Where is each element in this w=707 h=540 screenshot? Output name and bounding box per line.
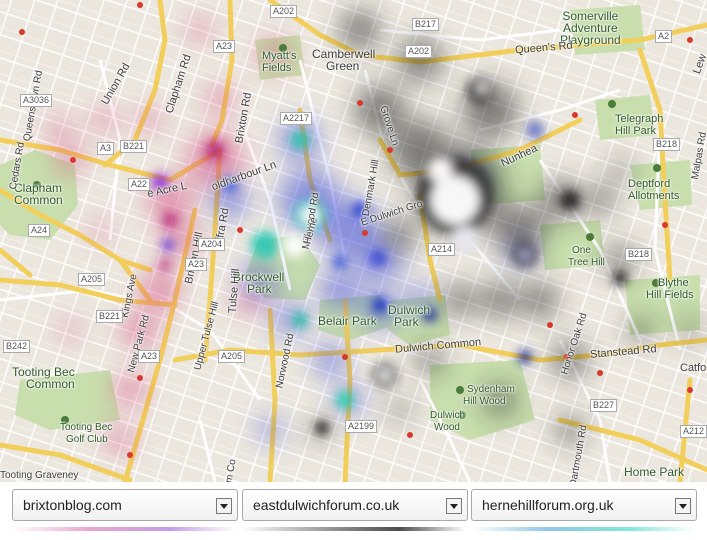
road-b217: B217 xyxy=(412,18,440,31)
label-one-tree-hill: One Tree Hill xyxy=(568,245,605,268)
road-a204: A204 xyxy=(198,238,226,251)
chevron-down-icon[interactable] xyxy=(216,498,232,514)
select-brixtonblog[interactable]: brixtonblog.com xyxy=(12,489,238,521)
road-a23c: A23 xyxy=(138,350,161,363)
road-a23b: A23 xyxy=(185,258,208,271)
label-myatts-fields: Myatt's Fields xyxy=(262,50,297,74)
chevron-down-icon[interactable] xyxy=(446,498,462,514)
label-tooting-graveney: Tooting Graveney xyxy=(0,470,79,481)
road-a212: A212 xyxy=(680,425,707,438)
road-b221: B221 xyxy=(120,140,148,153)
road-a202b: A202 xyxy=(405,45,433,58)
road-a205: A205 xyxy=(78,273,106,286)
label-home-park: Home Park xyxy=(624,465,685,479)
road-b218: B218 xyxy=(653,138,681,151)
road-a24: A24 xyxy=(28,224,51,237)
road-a214: A214 xyxy=(428,243,456,256)
label-clapham-common: Clapham Common xyxy=(14,181,63,207)
road-b221b: B221 xyxy=(96,310,124,323)
hernehillforum-gradient-bar xyxy=(471,527,695,531)
label-camberwell-green: Camberwell Green xyxy=(312,47,376,73)
road-b242: B242 xyxy=(3,340,31,353)
map-canvas[interactable]: Somerville Adventure Playground Myatt's Fie… xyxy=(0,0,707,482)
eastdulwichforum-gradient-bar xyxy=(242,527,466,531)
select-hernehillforum[interactable]: hernehillforum.org.uk xyxy=(471,489,697,521)
label-catford: Catfo xyxy=(680,362,707,374)
brixtonblog-gradient-bar xyxy=(12,527,236,531)
road-a23: A23 xyxy=(213,40,236,53)
label-blythe-hill: Blythe Hill Fields xyxy=(646,277,694,301)
select-brixtonblog-value: brixtonblog.com xyxy=(23,497,122,513)
road-a3036: A3036 xyxy=(20,94,53,107)
road-a202: A202 xyxy=(270,5,298,18)
label-deptford-allotments: Deptford Allotments xyxy=(628,178,680,202)
label-belair-park: Belair Park xyxy=(318,314,377,328)
road-a22: A22 xyxy=(128,178,151,191)
chevron-down-icon[interactable] xyxy=(675,498,691,514)
label-tooting-bec-golf: Tooting Bec Golf Club xyxy=(60,422,113,445)
road-a2199: A2199 xyxy=(345,420,378,433)
road-a2217: A2217 xyxy=(280,112,313,125)
label-sydenham-hill-wood: Sydenham Hill Wood xyxy=(463,384,515,407)
road-a3: A3 xyxy=(97,142,115,155)
road-b227: B227 xyxy=(590,399,618,412)
label-dulwich-wood: Dulwich Wood xyxy=(430,410,466,433)
road-b218b: B218 xyxy=(625,248,653,261)
label-dulwich-park: Dulwich Park xyxy=(388,303,431,329)
label-tooting-bec-common: Tooting Bec Common xyxy=(12,365,75,391)
road-a205b: A205 xyxy=(218,350,246,363)
select-eastdulwichforum[interactable]: eastdulwichforum.co.uk xyxy=(242,489,468,521)
select-eastdulwichforum-value: eastdulwichforum.co.uk xyxy=(253,497,400,513)
filter-controls: brixtonblog.com eastdulwichforum.co.uk h… xyxy=(0,482,707,540)
select-hernehillforum-value: hernehillforum.org.uk xyxy=(482,497,614,513)
label-telegraph-hill: Telegraph Hill Park xyxy=(615,113,664,137)
road-a2: A2 xyxy=(655,30,673,43)
